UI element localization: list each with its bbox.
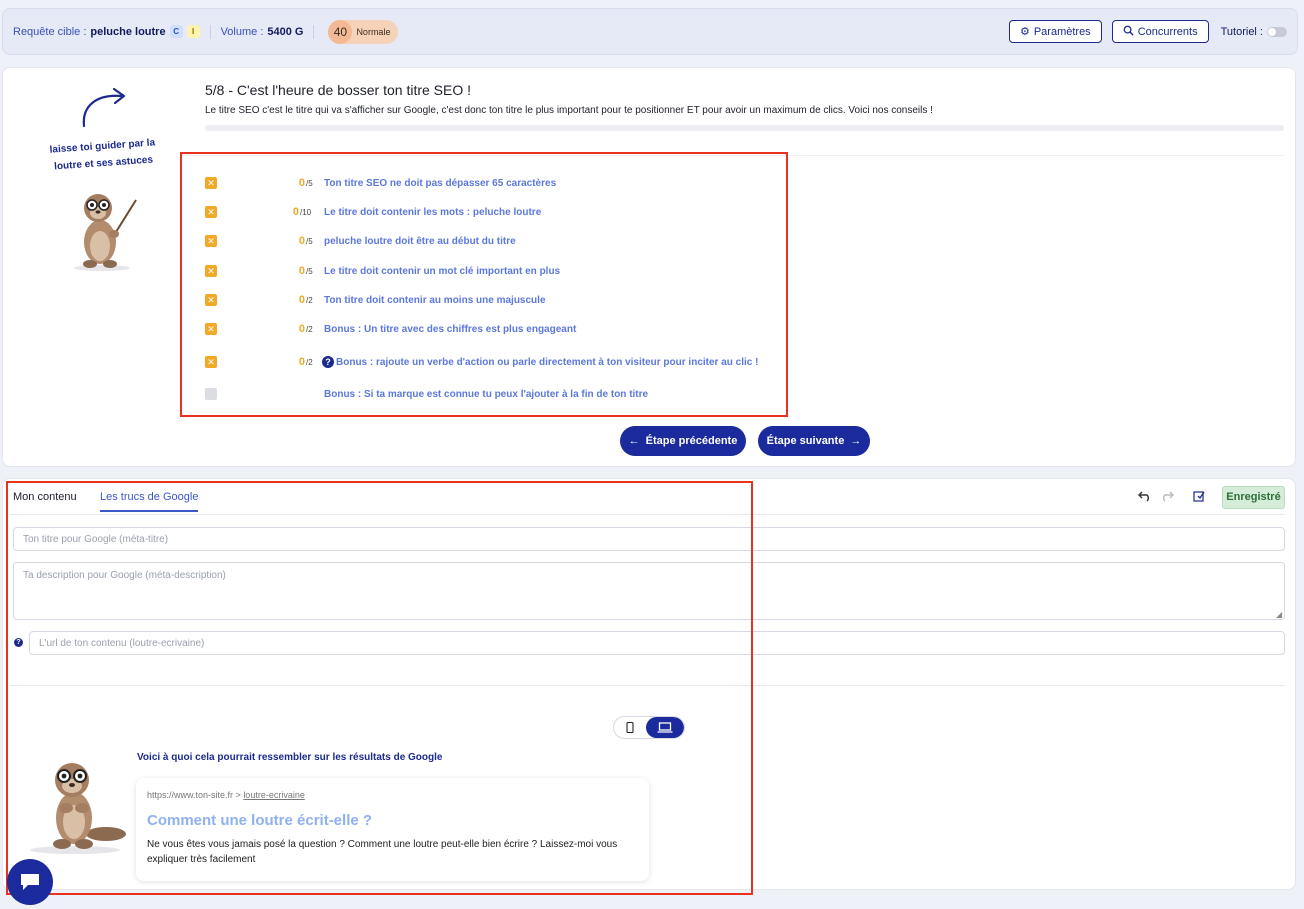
previous-step-label: Étape précédente: [645, 435, 738, 447]
search-icon: [1123, 25, 1134, 39]
criterion-row: ✕ 0 /5 Ton titre SEO ne doit pas dépasse…: [205, 176, 556, 190]
settings-button[interactable]: ⚙ Paramètres: [1008, 20, 1102, 43]
chat-launcher-button[interactable]: [7, 859, 53, 905]
difficulty-badge: 40 Normale: [328, 19, 399, 44]
criterion-score: 0: [298, 323, 305, 335]
gear-icon: ⚙: [1019, 26, 1030, 38]
help-icon[interactable]: ?: [322, 356, 334, 368]
fail-checkbox-icon: ✕: [205, 235, 217, 247]
criterion-max: /5: [306, 236, 313, 246]
query-label: Requête cible :: [13, 25, 87, 38]
volume-value: 5400: [267, 25, 292, 38]
separator: [313, 24, 315, 39]
redo-icon[interactable]: [1160, 490, 1174, 505]
criterion-score: 0: [292, 206, 299, 218]
fail-checkbox-icon: ✕: [205, 265, 217, 277]
criterion-text: Ton titre SEO ne doit pas dépasser 65 ca…: [324, 177, 557, 189]
criterion-row: ✕ 0 /2 Ton titre doit contenir au moins …: [205, 293, 546, 307]
criterion-score: 0: [298, 294, 305, 306]
previous-step-button[interactable]: ← Étape précédente: [620, 426, 746, 456]
query-value: peluche loutre: [90, 25, 166, 38]
criterion-text: Bonus : Si ta marque est connue tu peux …: [324, 388, 649, 400]
fail-checkbox-icon: ✕: [205, 323, 217, 335]
criterion-max: /5: [306, 178, 313, 188]
next-step-label: Étape suivante: [766, 435, 845, 447]
top-bar: Requête cible : peluche loutre C I Volum…: [2, 8, 1298, 55]
editor-highlight-frame: [6, 481, 753, 895]
arrow-right-icon: →: [850, 435, 862, 447]
criterion-max: /2: [306, 324, 313, 334]
criterion-score: 0: [298, 265, 305, 277]
arrow-left-icon: ←: [628, 435, 640, 447]
criterion-score: 0: [298, 356, 305, 368]
tag-c-badge: C: [169, 25, 183, 38]
criterion-row: Bonus : Si ta marque est connue tu peux …: [205, 387, 648, 401]
settings-label: Paramètres: [1033, 25, 1091, 38]
otter-teacher-illustration: [74, 194, 137, 271]
criterion-text: peluche loutre doit être au début du tit…: [324, 235, 516, 247]
step-title: 5/8 - C'est l'heure de bosser ton titre …: [205, 82, 472, 98]
competitors-label: Concurrents: [1137, 25, 1198, 38]
criteria-highlight-frame: [180, 152, 788, 417]
difficulty-label: Normale: [356, 26, 391, 37]
difficulty-score: 40: [328, 19, 353, 44]
criterion-row: ✕ 0 /5 peluche loutre doit être au début…: [205, 234, 516, 248]
next-step-button[interactable]: Étape suivante →: [758, 426, 870, 456]
top-actions: ⚙ Paramètres Concurrents Tutoriel :: [999, 20, 1287, 43]
fail-checkbox-icon: ✕: [205, 206, 217, 218]
neutral-checkbox-icon: [205, 388, 217, 400]
criterion-max: /10: [300, 207, 312, 217]
criterion-text: Bonus : rajoute un verbe d'action ou par…: [336, 357, 759, 368]
curved-arrow-icon: [82, 87, 126, 128]
chat-bubble-icon: [21, 874, 39, 890]
criterion-max: /2: [306, 357, 313, 367]
fail-checkbox-icon: ✕: [205, 356, 217, 368]
saved-status-badge: Enregistré: [1222, 486, 1285, 509]
criterion-max: /5: [306, 266, 313, 276]
criterion-text: Ton titre doit contenir au moins une maj…: [324, 294, 546, 306]
step-description: Le titre SEO c'est le titre qui va s'aff…: [205, 105, 933, 116]
criterion-text: Le titre doit contenir les mots : peluch…: [324, 206, 542, 218]
criterion-text: Bonus : Un titre avec des chiffres est p…: [324, 323, 577, 335]
tag-i-badge: I: [186, 25, 200, 38]
tutorial-toggle[interactable]: [1267, 26, 1287, 37]
fail-checkbox-icon: ✕: [205, 177, 217, 189]
competitors-button[interactable]: Concurrents: [1111, 20, 1209, 43]
criterion-row: ✕ 0 /2 ? Bonus : rajoute un verbe d'actio…: [205, 355, 758, 369]
edit-check-icon[interactable]: [1193, 490, 1205, 505]
criterion-score: 0: [298, 177, 305, 189]
undo-icon[interactable]: [1138, 490, 1152, 505]
tutorial-label: Tutoriel :: [1220, 25, 1263, 38]
separator: [209, 24, 211, 39]
criterion-row: ✕ 0 /2 Bonus : Un titre avec des chiffre…: [205, 322, 576, 336]
fail-checkbox-icon: ✕: [205, 294, 217, 306]
tutorial-toggle-group: Tutoriel :: [1221, 26, 1287, 38]
criterion-text-wrap: ? Bonus : rajoute un verbe d'action ou pa…: [322, 356, 758, 368]
criterion-score: 0: [298, 235, 305, 247]
criterion-row: ✕ 0 /10 Le titre doit contenir les mots …: [205, 205, 541, 219]
volume-label: Volume :: [220, 25, 264, 38]
criterion-max: /2: [306, 295, 313, 305]
resize-handle-icon[interactable]: ◢: [1276, 610, 1282, 619]
criterion-text: Le titre doit contenir un mot clé import…: [324, 265, 561, 277]
google-g-icon: G: [294, 25, 304, 38]
step-progress-bar: [205, 125, 1284, 131]
criterion-row: ✕ 0 /5 Le titre doit contenir un mot clé…: [205, 264, 560, 278]
